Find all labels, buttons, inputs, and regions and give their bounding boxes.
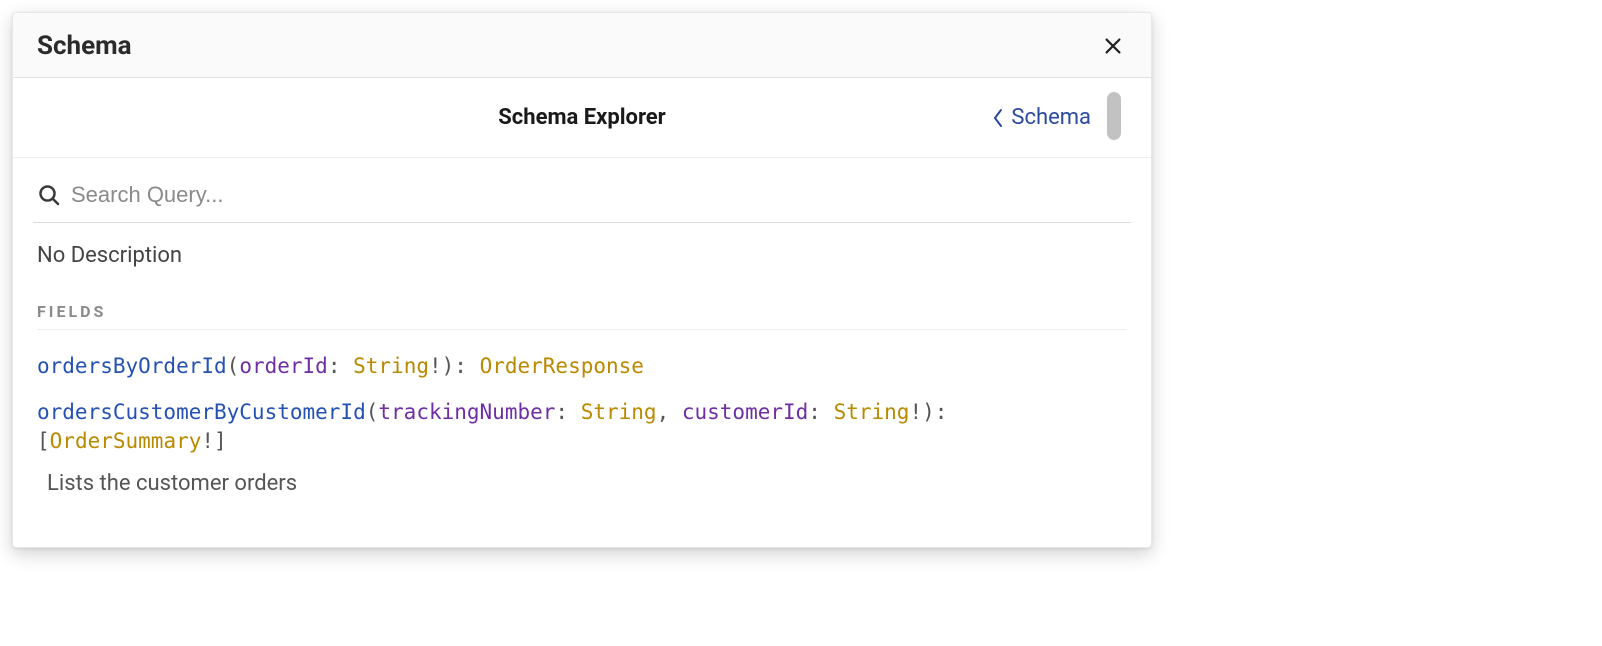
arg-type[interactable]: String — [581, 400, 657, 424]
breadcrumb-label: Schema — [1011, 105, 1091, 130]
arg-type[interactable]: String — [353, 354, 429, 378]
non-null-bang: ! — [201, 429, 214, 453]
field-name[interactable]: ordersCustomerByCustomerId — [37, 400, 366, 424]
comma: , — [657, 400, 682, 424]
subheader-title: Schema Explorer — [13, 105, 1151, 130]
return-type[interactable]: OrderSummary — [50, 429, 202, 453]
paren-open: ( — [366, 400, 379, 424]
search-input[interactable] — [71, 182, 1127, 208]
field-description: Lists the customer orders — [37, 469, 1127, 499]
type-description: No Description — [13, 223, 1151, 276]
arg-name[interactable]: orderId — [239, 354, 328, 378]
paren-open: ( — [227, 354, 240, 378]
arg-type[interactable]: String — [834, 400, 910, 424]
field-signature: ordersByOrderId(orderId: String!): Order… — [37, 352, 1127, 380]
arg-name[interactable]: trackingNumber — [378, 400, 555, 424]
fields-list: ordersByOrderId(orderId: String!): Order… — [13, 336, 1151, 547]
colon: : — [808, 400, 833, 424]
non-null-bang: ! — [909, 400, 922, 424]
field-name[interactable]: ordersByOrderId — [37, 354, 227, 378]
breadcrumb-back[interactable]: Schema — [991, 105, 1091, 130]
close-button[interactable] — [1099, 32, 1127, 60]
arg-name[interactable]: customerId — [682, 400, 808, 424]
field-item: ordersCustomerByCustomerId(trackingNumbe… — [37, 398, 1127, 498]
field-item: ordersByOrderId(orderId: String!): Order… — [37, 352, 1127, 380]
paren-close: ): — [442, 354, 480, 378]
scrollbar-thumb[interactable] — [1107, 92, 1121, 140]
colon: : — [328, 354, 353, 378]
panel-header: Schema — [13, 13, 1151, 78]
schema-panel: Schema Schema Explorer Schema No Descrip… — [12, 12, 1152, 548]
colon: : — [555, 400, 580, 424]
return-type[interactable]: OrderResponse — [480, 354, 644, 378]
non-null-bang: ! — [429, 354, 442, 378]
search-row — [33, 172, 1131, 223]
close-icon — [1102, 35, 1124, 57]
return-wrap-close: ] — [214, 429, 227, 453]
chevron-left-icon — [991, 108, 1005, 128]
search-icon — [37, 183, 61, 207]
panel-title: Schema — [37, 31, 132, 61]
subheader: Schema Explorer Schema — [13, 78, 1151, 158]
fields-section-label: FIELDS — [37, 302, 1127, 330]
return-wrap-open: [ — [37, 429, 50, 453]
field-signature: ordersCustomerByCustomerId(trackingNumbe… — [37, 398, 1127, 455]
paren-close: ): — [922, 400, 947, 424]
